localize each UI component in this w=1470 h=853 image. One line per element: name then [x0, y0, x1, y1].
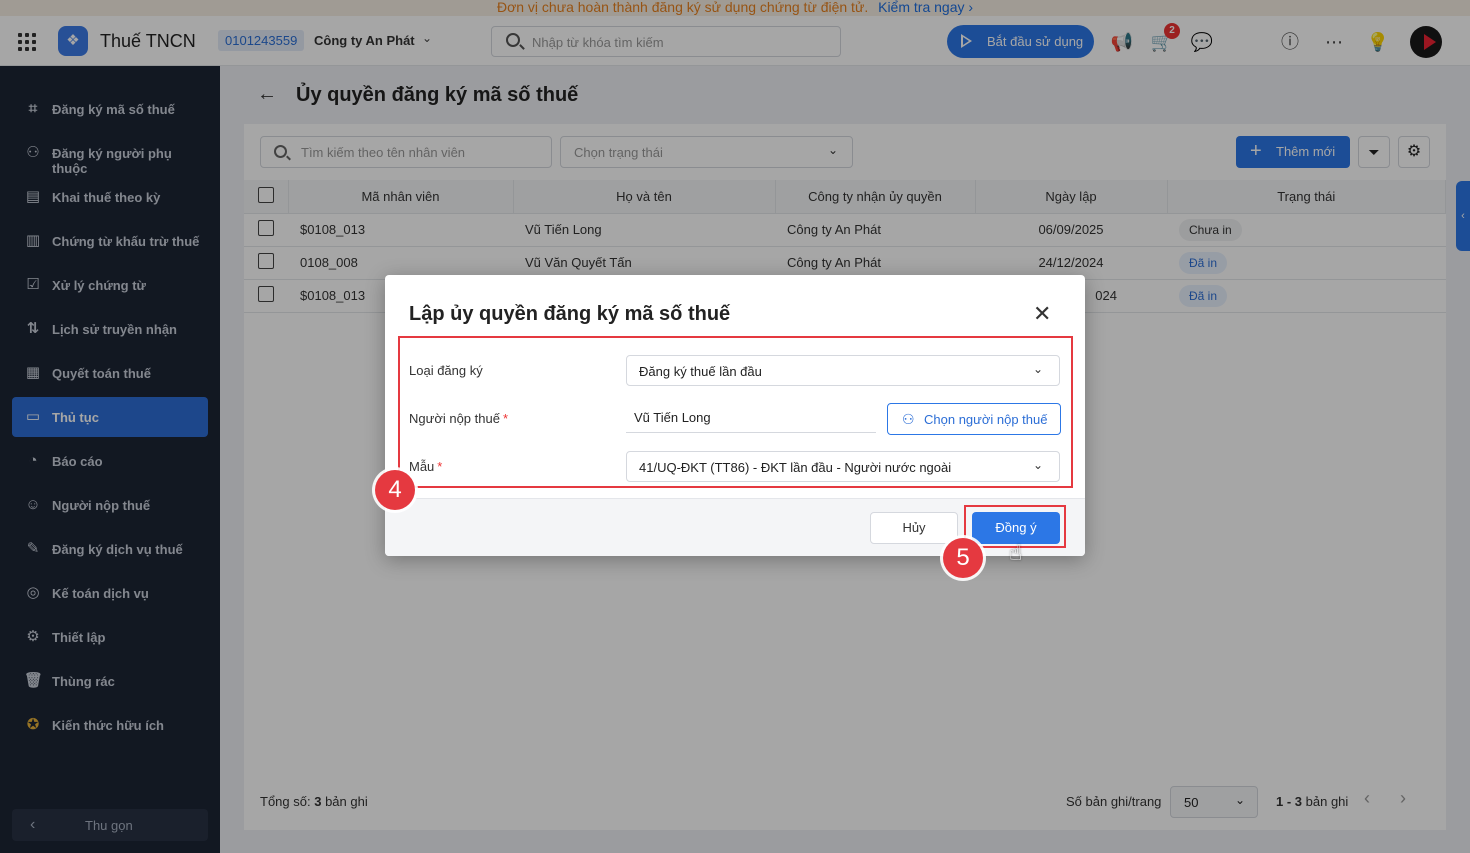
cancel-button[interactable]: Hủy — [870, 512, 958, 544]
form-highlight-box — [398, 336, 1073, 488]
close-icon[interactable]: ✕ — [1033, 301, 1051, 327]
step-marker-4: 4 — [375, 470, 415, 510]
dialog-title: Lập ủy quyền đăng ký mã số thuế — [409, 303, 731, 325]
hand-cursor-icon: ☝ — [1009, 540, 1023, 565]
step-marker-5: 5 — [943, 538, 983, 578]
